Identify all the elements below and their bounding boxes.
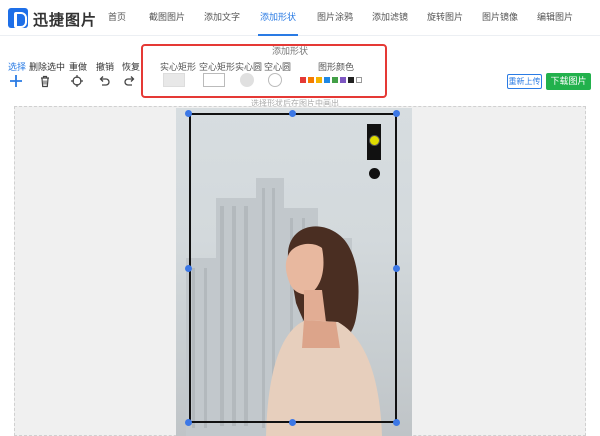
tool-undo-label[interactable]: 撤销 bbox=[96, 60, 114, 73]
tool-redo-label[interactable]: 恢复 bbox=[122, 60, 140, 73]
redo-icon[interactable] bbox=[123, 74, 137, 88]
move-handle-icon[interactable] bbox=[369, 135, 380, 146]
nav-edit-image[interactable]: 编辑图片 bbox=[536, 0, 574, 36]
resize-handle-bottom-left[interactable] bbox=[185, 419, 192, 426]
crosshair-icon[interactable] bbox=[70, 74, 84, 88]
resize-handle-bottom-right[interactable] bbox=[393, 419, 400, 426]
nav-add-shape[interactable]: 添加形状 bbox=[258, 0, 298, 36]
resize-handle-top[interactable] bbox=[289, 110, 296, 117]
app-name: 迅捷图片 bbox=[33, 12, 98, 29]
drawn-solid-circle-shape[interactable] bbox=[369, 168, 380, 179]
plus-icon[interactable] bbox=[9, 74, 23, 88]
nav-doodle[interactable]: 图片涂鸦 bbox=[316, 0, 354, 36]
trash-icon[interactable] bbox=[38, 74, 52, 88]
drawn-rectangle-shape[interactable] bbox=[189, 113, 397, 423]
resize-handle-right[interactable] bbox=[393, 265, 400, 272]
nav-home[interactable]: 首页 bbox=[103, 0, 131, 36]
nav-add-text[interactable]: 添加文字 bbox=[203, 0, 241, 36]
nav-crop-image[interactable]: 截图图片 bbox=[148, 0, 186, 36]
nav-add-filter[interactable]: 添加滤镜 bbox=[371, 0, 409, 36]
resize-handle-left[interactable] bbox=[185, 265, 192, 272]
app-logo-icon bbox=[8, 8, 28, 28]
reupload-button[interactable]: 重新上传 bbox=[507, 74, 542, 89]
tool-redo-center-label[interactable]: 重做 bbox=[69, 60, 87, 73]
download-button[interactable]: 下载图片 bbox=[546, 73, 591, 90]
undo-icon[interactable] bbox=[97, 74, 111, 88]
tool-select-label[interactable]: 选择 bbox=[8, 60, 26, 73]
resize-handle-top-right[interactable] bbox=[393, 110, 400, 117]
resize-handle-top-left[interactable] bbox=[185, 110, 192, 117]
nav-mirror[interactable]: 图片镜像 bbox=[481, 0, 519, 36]
tool-delete-selected-label[interactable]: 删除选中 bbox=[29, 60, 65, 73]
top-header: 迅捷图片 首页 截图图片 添加文字 添加形状 图片涂鸦 添加滤镜 旋转图片 图片… bbox=[0, 0, 600, 36]
highlight-box bbox=[141, 44, 387, 98]
nav-rotate[interactable]: 旋转图片 bbox=[426, 0, 464, 36]
resize-handle-bottom[interactable] bbox=[289, 419, 296, 426]
